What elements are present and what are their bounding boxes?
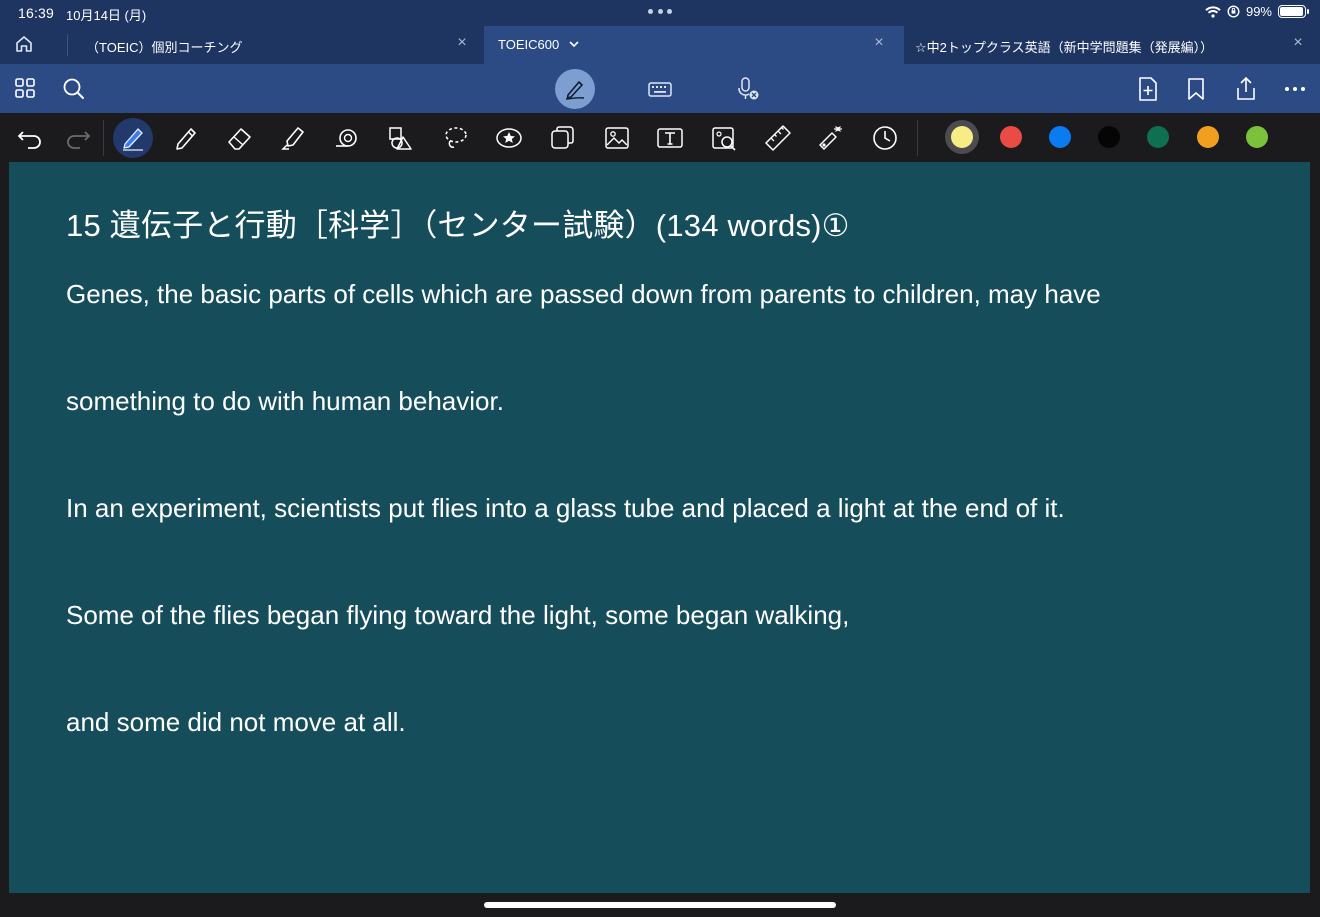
color-red[interactable] [1000,126,1022,148]
close-tab-icon[interactable]: × [454,35,470,51]
orientation-lock-icon [1227,5,1240,18]
home-icon [14,34,54,54]
tab-label: ☆中2トップクラス英語（新中学問題集（発展編）） [915,40,1214,55]
sticker-icon[interactable] [494,123,524,153]
pen-mode-icon [563,77,587,101]
tab-toeic-coaching[interactable]: （TOEIC）個別コーチング × [68,26,484,64]
add-page-icon[interactable] [1136,76,1162,102]
tab-bar: （TOEIC）個別コーチング × TOEIC600 × ☆中2トップクラス英語（… [0,26,1320,64]
home-button[interactable] [14,34,54,58]
mic-off-icon[interactable] [735,76,761,102]
tab-label: TOEIC600 [498,37,560,52]
wifi-icon [1205,5,1221,18]
toolbar-divider [103,120,104,156]
color-orange[interactable] [1197,126,1219,148]
tab-toeic600[interactable]: TOEIC600 × [484,26,904,64]
main-toolbar [0,64,1320,113]
color-yellow[interactable] [951,126,973,148]
pencil-icon[interactable] [171,123,201,153]
text-line: In an experiment, scientists put flies i… [66,493,1065,523]
text-box-icon[interactable] [655,123,685,153]
close-tab-icon[interactable]: × [871,35,887,51]
grid-icon[interactable] [13,76,39,102]
text-line: and some did not move at all. [66,707,406,737]
undo-icon[interactable] [15,123,45,153]
search-icon[interactable] [61,76,87,102]
bookmark-icon[interactable] [1185,76,1211,102]
home-indicator[interactable] [484,902,836,908]
tape-icon[interactable] [333,123,363,153]
image-icon[interactable] [602,123,632,153]
battery-percent: 99% [1245,4,1272,19]
lasso-icon[interactable] [440,123,470,153]
redo-icon[interactable] [63,123,93,153]
color-lime[interactable] [1246,126,1268,148]
chevron-down-icon[interactable] [568,39,580,49]
color-blue[interactable] [1049,126,1071,148]
close-tab-icon[interactable]: × [1290,35,1306,51]
element-icon[interactable] [548,123,578,153]
text-line: something to do with human behavior. [66,386,504,416]
text-line: Some of the flies began flying toward th… [66,600,850,630]
color-black[interactable] [1098,126,1120,148]
status-time: 16:39 [18,5,55,21]
shapes-icon[interactable] [386,123,416,153]
ruler-icon[interactable] [763,123,793,153]
highlighter-icon[interactable] [279,123,309,153]
tab-junior-english[interactable]: ☆中2トップクラス英語（新中学問題集（発展編）） × [904,26,1320,64]
eraser-icon[interactable] [225,123,255,153]
pen-tool-button[interactable] [113,118,153,158]
status-right: 99% [1205,4,1309,19]
share-icon[interactable] [1233,76,1259,102]
timer-icon[interactable] [870,123,900,153]
battery-icon [1278,5,1309,18]
status-bar: 16:39 10月14日 (月) 99% [0,0,1320,26]
multitasking-dots[interactable] [648,9,672,17]
color-green[interactable] [1147,126,1169,148]
note-page[interactable]: 15 遺伝子と行動［科学］（センター試験）(134 words)① Genes,… [9,162,1310,893]
tab-label: （TOEIC）個別コーチング [86,40,243,55]
pen-tool-icon [119,124,147,152]
more-icon[interactable] [1283,76,1309,102]
page-title: 15 遺伝子と行動［科学］（センター試験）(134 words)① [66,208,850,243]
status-date: 10月14日 (月) [66,8,147,23]
laser-pointer-icon[interactable] [816,123,846,153]
pen-mode-button[interactable] [555,69,595,109]
camera-scan-icon[interactable] [709,123,739,153]
keyboard-icon[interactable] [647,76,673,102]
drawing-toolbar [0,113,1320,162]
toolbar-divider [917,120,918,156]
text-line: Genes, the basic parts of cells which ar… [66,279,1101,309]
